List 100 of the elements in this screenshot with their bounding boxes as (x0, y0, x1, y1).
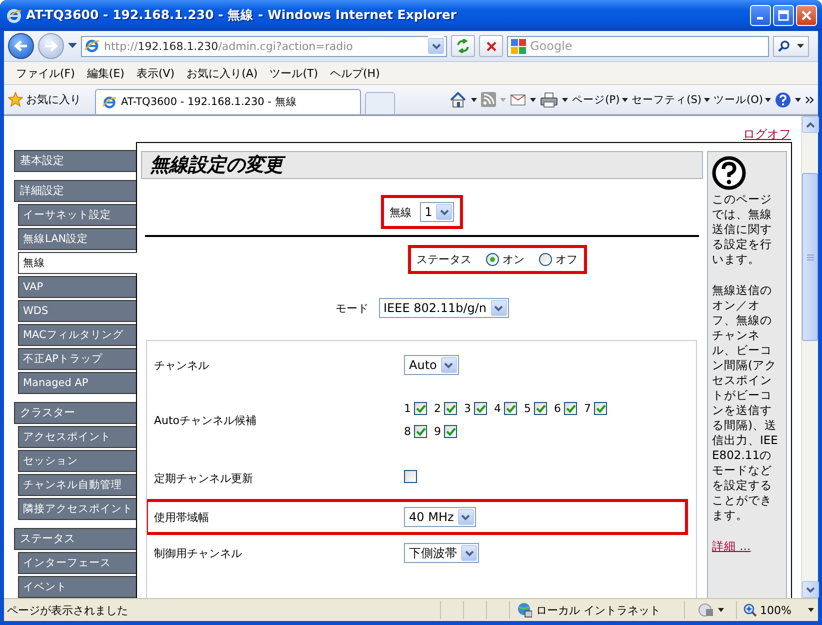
logoff-link[interactable]: ログオフ (743, 126, 791, 142)
caret-icon[interactable] (562, 98, 568, 102)
sidebar-item[interactable]: MACフィルタリング (18, 324, 136, 346)
search-field[interactable]: Google (507, 36, 769, 56)
menu-item[interactable]: 編集(E) (80, 64, 130, 82)
caret-icon[interactable] (530, 98, 536, 102)
menu-item[interactable]: ヘルプ(H) (324, 64, 386, 82)
menu-item[interactable]: ツール(T) (264, 64, 324, 82)
mode-label: モード (336, 300, 368, 316)
mail-icon[interactable] (510, 94, 526, 106)
sidebar-item[interactable]: チャンネル自動管理 (18, 474, 136, 496)
refresh-button[interactable] (451, 35, 475, 57)
print-icon[interactable] (540, 92, 558, 108)
sidebar-item[interactable]: Managed AP (18, 372, 136, 394)
menu-item[interactable]: ファイル(F) (10, 64, 81, 82)
sidebar-item[interactable]: VAP (18, 276, 136, 298)
scroll-down-button[interactable] (802, 581, 819, 598)
close-button[interactable] (796, 5, 817, 26)
zoom-icon (743, 603, 757, 617)
dropdown[interactable]: 40 MHz (404, 507, 476, 527)
caret-icon[interactable] (471, 98, 478, 102)
checkbox[interactable] (474, 402, 487, 415)
help-text: このページでは、無線送信に関する設定を行います。 (712, 192, 773, 267)
checkbox[interactable] (504, 402, 517, 415)
chevron-icon[interactable] (805, 96, 814, 104)
command-menu[interactable]: ページ(P) (572, 92, 628, 106)
checkbox[interactable] (534, 402, 547, 415)
sidebar-item[interactable]: WDS (18, 300, 136, 322)
caret-icon (808, 608, 814, 612)
address-field[interactable]: http://192.168.1.230/admin.cgi?action=radio (81, 36, 447, 56)
caret-icon[interactable] (795, 98, 801, 102)
details-link[interactable]: 詳細 ... (712, 539, 751, 553)
dropdown[interactable]: Auto (404, 355, 459, 375)
scrollbar-thumb[interactable] (802, 173, 818, 341)
radio-option[interactable]: オフ (538, 252, 578, 267)
browser-logo-icon (102, 94, 117, 110)
maximize-button[interactable] (773, 5, 794, 26)
refresh-icon (456, 39, 470, 53)
browser-tab[interactable]: AT-TQ3600 - 192.168.1.230 - 無線 (95, 89, 361, 114)
favorites-button[interactable]: お気に入り (8, 92, 81, 107)
channel-number: 6 (554, 402, 561, 415)
channel-number: 7 (584, 402, 591, 415)
command-menu[interactable]: セーフティ(S) (632, 92, 710, 106)
sidebar-item[interactable]: イベント (18, 576, 136, 598)
menu-item[interactable]: 表示(V) (130, 64, 181, 82)
radio-label: 無線 (390, 204, 412, 220)
channel-number: 8 (404, 425, 411, 438)
channel-number: 4 (494, 402, 501, 415)
caret-icon (765, 98, 771, 102)
history-dropdown-icon[interactable] (68, 43, 77, 49)
sidebar-section[interactable]: クラスター (14, 402, 136, 424)
dropdown[interactable]: IEEE 802.11b/g/n (378, 298, 508, 318)
back-button[interactable] (8, 33, 34, 59)
sidebar-item[interactable]: 不正APトラップ (18, 348, 136, 370)
minimize-button[interactable] (750, 5, 771, 26)
channel-number: 5 (524, 402, 531, 415)
checkbox[interactable] (594, 402, 607, 415)
channel-number: 3 (464, 402, 471, 415)
chevron-down-icon (440, 208, 449, 216)
sidebar-item[interactable]: 無線 (18, 252, 137, 274)
sidebar-item[interactable]: 隣接アクセスポイント (18, 498, 136, 520)
setting-label: 定期チャンネル更新 (154, 470, 254, 486)
menu-item[interactable]: お気に入り(A) (180, 64, 264, 82)
caret-icon (797, 44, 804, 48)
forward-arrow-icon (44, 40, 58, 52)
sidebar-item[interactable]: アクセスポイント (18, 426, 136, 448)
chevron-down-icon (432, 42, 440, 50)
caret-icon (622, 98, 628, 102)
checkbox[interactable] (404, 470, 417, 483)
command-menu[interactable]: ツール(O) (714, 92, 771, 106)
dropdown[interactable]: 1 (420, 202, 454, 222)
sidebar-item[interactable]: セッション (18, 450, 136, 472)
channel-number: 2 (434, 402, 441, 415)
sidebar-section[interactable]: 基本設定 (14, 150, 136, 172)
chevron-down-icon (444, 362, 454, 368)
sidebar-item[interactable]: イーサネット設定 (18, 204, 136, 226)
sidebar-section[interactable]: 詳細設定 (14, 180, 136, 202)
chevron-up-icon (806, 122, 815, 128)
search-button[interactable] (773, 36, 809, 56)
checkbox[interactable] (444, 402, 457, 415)
help-text: 無線送信のオン／オフ、無線のチャンネル、ビーコン間隔(アクセスポイントがビーコンを送信する間隔)、送信出力、IEEE802.11のモードなどを設定することができます。 (712, 283, 779, 523)
sidebar-item[interactable]: 無線LAN設定 (18, 228, 136, 250)
checkbox[interactable] (414, 425, 427, 438)
zoom-button[interactable]: 100% (736, 601, 818, 619)
stop-button[interactable] (479, 35, 503, 57)
channel-number: 1 (404, 402, 411, 415)
radio-option[interactable]: オン (486, 252, 524, 267)
checkbox[interactable] (444, 425, 457, 438)
checkbox[interactable] (414, 402, 427, 415)
help-icon[interactable] (775, 92, 791, 108)
sidebar-section[interactable]: ステータス (14, 528, 136, 550)
channel-number: 9 (434, 425, 441, 438)
scroll-up-button[interactable] (802, 116, 819, 133)
help-icon (712, 156, 746, 190)
home-icon[interactable] (449, 92, 468, 108)
chevron-down-icon (464, 550, 474, 556)
checkbox[interactable] (564, 402, 577, 415)
back-arrow-icon (14, 40, 28, 52)
dropdown[interactable]: 下側波帯 (404, 543, 479, 563)
sidebar-item[interactable]: インターフェース (18, 552, 136, 574)
